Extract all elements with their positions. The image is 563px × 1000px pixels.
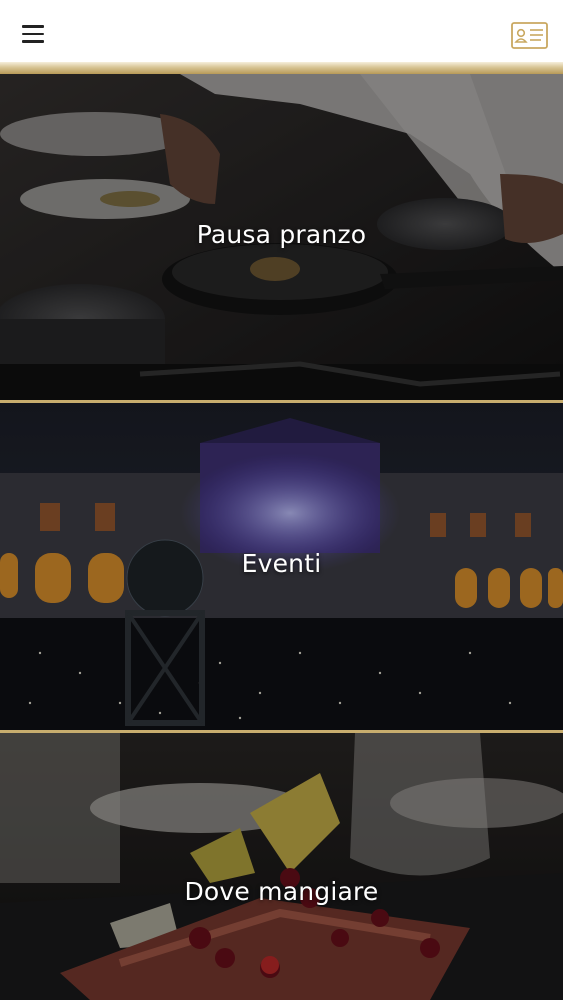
tile-label-pausa-pranzo: Pausa pranzo [196, 220, 367, 249]
hamburger-menu-icon[interactable] [22, 25, 46, 45]
tile-eventi[interactable]: Eventi [0, 403, 563, 730]
header-gold-rule [0, 62, 563, 74]
tile-image-dish [0, 733, 563, 1000]
tile-label-dove-mangiare: Dove mangiare [184, 877, 379, 906]
tile-label-eventi: Eventi [241, 549, 322, 578]
tile-pausa-pranzo[interactable]: Pausa pranzo [0, 74, 563, 401]
app-header [0, 0, 563, 62]
tile-dove-mangiare[interactable]: Dove mangiare [0, 733, 563, 1000]
id-card-icon[interactable] [511, 22, 548, 49]
